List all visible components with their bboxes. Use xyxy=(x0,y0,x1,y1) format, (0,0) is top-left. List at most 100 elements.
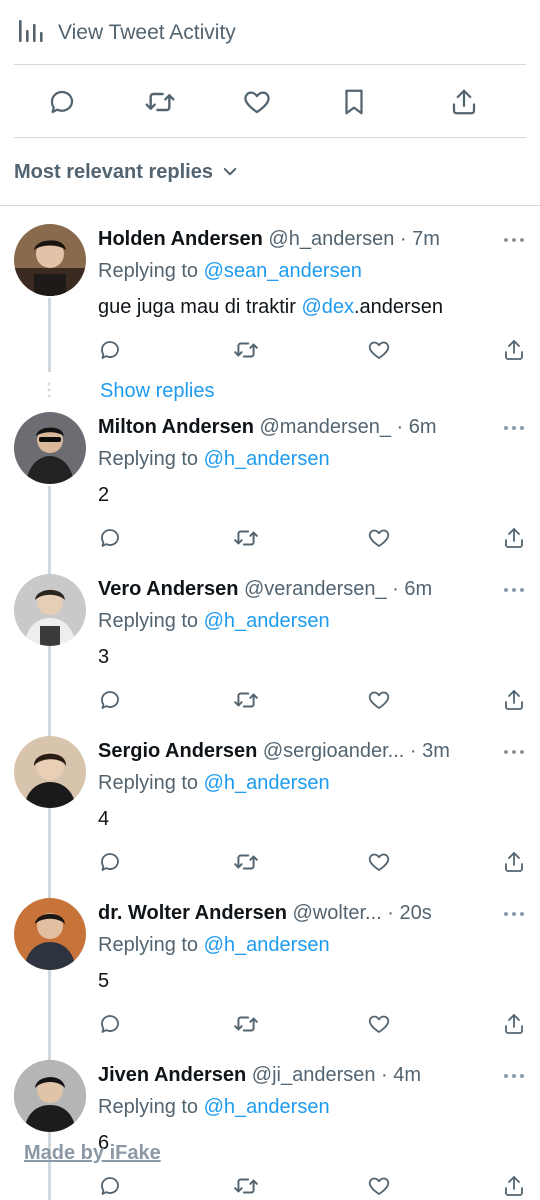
retweet-icon xyxy=(234,342,258,358)
display-name[interactable]: Milton Andersen xyxy=(98,416,254,438)
handle[interactable]: @sergioander... xyxy=(263,740,405,762)
separator: · xyxy=(399,228,407,250)
more-options-icon[interactable] xyxy=(502,232,526,248)
reply-tweet[interactable]: Jiven Andersen @ji_andersen · 4m Replyin… xyxy=(0,1060,540,1200)
divider xyxy=(14,137,526,138)
replying-to-label: Replying to xyxy=(98,610,199,632)
tweet-text-part: .andersen xyxy=(354,296,443,318)
timestamp[interactable]: 20s xyxy=(400,902,432,924)
show-replies-link[interactable]: Show replies xyxy=(100,380,215,403)
display-name[interactable]: Sergio Andersen xyxy=(98,740,257,762)
replying-to-mention[interactable]: @h_andersen xyxy=(204,448,330,470)
avatar[interactable] xyxy=(14,898,86,970)
replying-to-mention[interactable]: @h_andersen xyxy=(204,934,330,956)
like-button[interactable] xyxy=(365,686,393,714)
replying-to-label: Replying to xyxy=(98,448,199,470)
avatar[interactable] xyxy=(14,412,86,484)
retweet-button[interactable] xyxy=(232,686,260,714)
share-icon xyxy=(452,89,476,115)
retweet-button[interactable] xyxy=(232,524,260,552)
retweet-icon xyxy=(234,692,258,708)
avatar[interactable] xyxy=(14,736,86,808)
timestamp[interactable]: 7m xyxy=(412,228,440,250)
more-options-icon[interactable] xyxy=(502,1068,526,1084)
like-button[interactable] xyxy=(365,1010,393,1038)
retweet-icon xyxy=(234,530,258,546)
reply-action-bar xyxy=(0,848,540,876)
display-name[interactable]: dr. Wolter Andersen xyxy=(98,902,287,924)
timestamp[interactable]: 3m xyxy=(422,740,450,762)
heart-icon xyxy=(244,91,270,114)
share-button[interactable] xyxy=(500,686,528,714)
more-options-icon[interactable] xyxy=(502,420,526,436)
reply-action-bar xyxy=(0,686,540,714)
sort-label: Most relevant replies xyxy=(14,160,213,183)
handle[interactable]: @ji_andersen xyxy=(252,1064,376,1086)
reply-tweet[interactable]: Milton Andersen @mandersen_ · 6m Replyin… xyxy=(0,412,540,572)
like-button[interactable] xyxy=(237,82,277,122)
replying-to-mention[interactable]: @sean_andersen xyxy=(204,260,362,282)
like-button[interactable] xyxy=(365,1172,393,1200)
replying-to: Replying to @sean_andersen xyxy=(98,260,362,283)
reply-button[interactable] xyxy=(96,1010,124,1038)
tweet-mention[interactable]: @dex xyxy=(301,296,354,318)
like-button[interactable] xyxy=(365,524,393,552)
handle[interactable]: @h_andersen xyxy=(268,228,394,250)
replying-to-mention[interactable]: @h_andersen xyxy=(204,610,330,632)
bookmark-button[interactable] xyxy=(334,82,374,122)
retweet-button[interactable] xyxy=(232,1172,260,1200)
retweet-button[interactable] xyxy=(232,1010,260,1038)
retweet-icon xyxy=(234,1178,258,1194)
timestamp[interactable]: 6m xyxy=(404,578,432,600)
share-button[interactable] xyxy=(444,82,484,122)
replying-to-mention[interactable]: @h_andersen xyxy=(204,772,330,794)
reply-button[interactable] xyxy=(96,524,124,552)
view-tweet-activity-link[interactable]: View Tweet Activity xyxy=(18,16,236,50)
tweet-text: 3 xyxy=(98,646,110,668)
share-button[interactable] xyxy=(500,1172,528,1200)
separator: · xyxy=(392,578,399,600)
share-button[interactable] xyxy=(500,1010,528,1038)
handle[interactable]: @mandersen_ xyxy=(260,416,391,438)
separator: · xyxy=(396,416,404,438)
handle[interactable]: @wolter... xyxy=(293,902,382,924)
display-name[interactable]: Holden Andersen xyxy=(98,228,263,250)
reply-button[interactable] xyxy=(96,848,124,876)
retweet-icon xyxy=(234,854,258,870)
avatar[interactable] xyxy=(14,574,86,646)
reply-button[interactable] xyxy=(96,686,124,714)
avatar[interactable] xyxy=(14,224,86,296)
replying-to-mention[interactable]: @h_andersen xyxy=(204,1096,330,1118)
reply-button[interactable] xyxy=(96,1172,124,1200)
retweet-button[interactable] xyxy=(232,848,260,876)
sort-replies-dropdown[interactable]: Most relevant replies xyxy=(14,156,239,188)
share-button[interactable] xyxy=(500,336,528,364)
like-button[interactable] xyxy=(365,336,393,364)
retweet-button[interactable] xyxy=(232,336,260,364)
reply-tweet[interactable]: Holden Andersen @h_andersen · 7m Replyin… xyxy=(0,224,540,384)
reply-tweet[interactable]: Sergio Andersen @sergioander... · 3m Rep… xyxy=(0,736,540,896)
more-options-icon[interactable] xyxy=(502,744,526,760)
timestamp[interactable]: 6m xyxy=(409,416,437,438)
reply-action-bar xyxy=(0,1010,540,1038)
reply-tweet[interactable]: Vero Andersen @verandersen_ · 6m Replyin… xyxy=(0,574,540,734)
heart-icon xyxy=(368,853,390,871)
share-button[interactable] xyxy=(500,524,528,552)
share-button[interactable] xyxy=(500,848,528,876)
reply-button[interactable] xyxy=(42,82,82,122)
display-name[interactable]: Vero Andersen xyxy=(98,578,238,600)
like-button[interactable] xyxy=(365,848,393,876)
more-options-icon[interactable] xyxy=(502,582,526,598)
more-options-icon[interactable] xyxy=(502,906,526,922)
separator: · xyxy=(409,740,417,762)
divider xyxy=(0,205,540,206)
reply-tweet[interactable]: dr. Wolter Andersen @wolter... · 20s Rep… xyxy=(0,898,540,1058)
replying-to-label: Replying to xyxy=(98,934,199,956)
reply-button[interactable] xyxy=(96,336,124,364)
share-icon xyxy=(505,1014,523,1034)
retweet-button[interactable] xyxy=(140,82,180,122)
display-name[interactable]: Jiven Andersen xyxy=(98,1064,246,1086)
timestamp[interactable]: 4m xyxy=(393,1064,421,1086)
handle[interactable]: @verandersen_ xyxy=(244,578,387,600)
avatar[interactable] xyxy=(14,1060,86,1132)
